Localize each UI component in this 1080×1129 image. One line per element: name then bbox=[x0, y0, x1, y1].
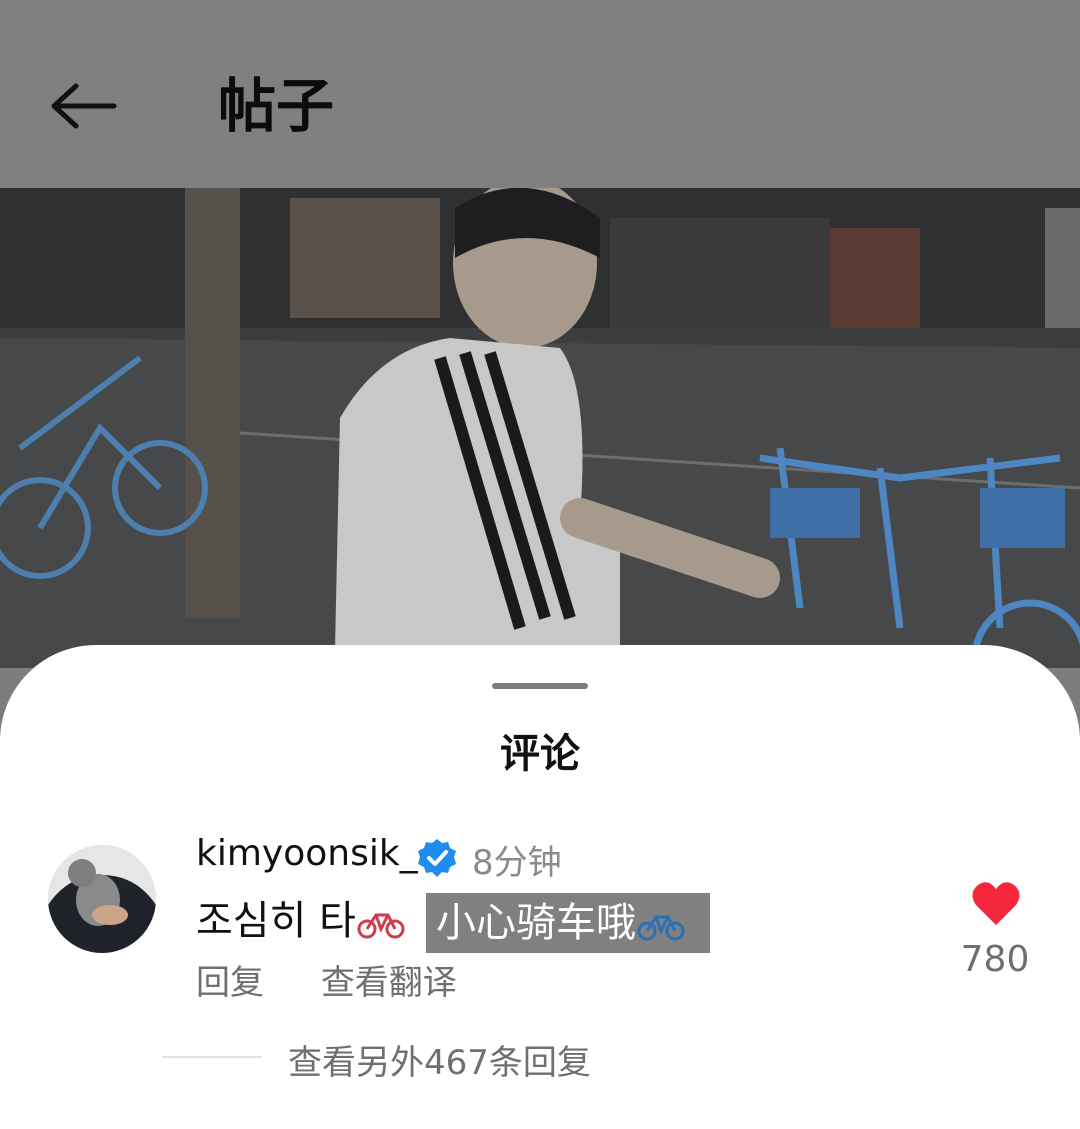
post-photo bbox=[0, 188, 1080, 668]
translation-highlight: 小心骑车哦 bbox=[426, 893, 710, 953]
comment-actions: 回复 查看翻译 bbox=[196, 955, 503, 1004]
top-bar: 帖子 bbox=[0, 0, 1080, 188]
comments-sheet: 评论 kimyoonsik_ 8分钟 조심히 타 小心骑车哦 回复 查看翻译 7… bbox=[0, 645, 1080, 1129]
arrow-left-icon[interactable] bbox=[48, 78, 120, 134]
drag-handle[interactable] bbox=[492, 683, 588, 689]
translation-text: 小心骑车哦 bbox=[436, 900, 636, 946]
comment-username[interactable]: kimyoonsik_ bbox=[196, 833, 418, 874]
like-count: 780 bbox=[960, 939, 1030, 980]
heart-icon[interactable] bbox=[970, 879, 1022, 927]
see-translation-button[interactable]: 查看翻译 bbox=[321, 963, 457, 1003]
view-more-replies-button[interactable]: 查看另外467条回复 bbox=[288, 1035, 591, 1084]
divider-line bbox=[162, 1056, 262, 1058]
comment-time: 8分钟 bbox=[472, 843, 562, 883]
avatar[interactable] bbox=[48, 845, 156, 953]
bicycle-icon bbox=[637, 915, 685, 941]
comment-text-content: 조심히 타 bbox=[196, 898, 356, 944]
comments-title: 评论 bbox=[500, 731, 580, 777]
page-title: 帖子 bbox=[218, 72, 335, 140]
bicycle-icon bbox=[357, 913, 405, 939]
verified-badge-icon bbox=[418, 839, 456, 877]
comment-text: 조심히 타 bbox=[196, 893, 406, 949]
reply-button[interactable]: 回复 bbox=[196, 963, 264, 1003]
